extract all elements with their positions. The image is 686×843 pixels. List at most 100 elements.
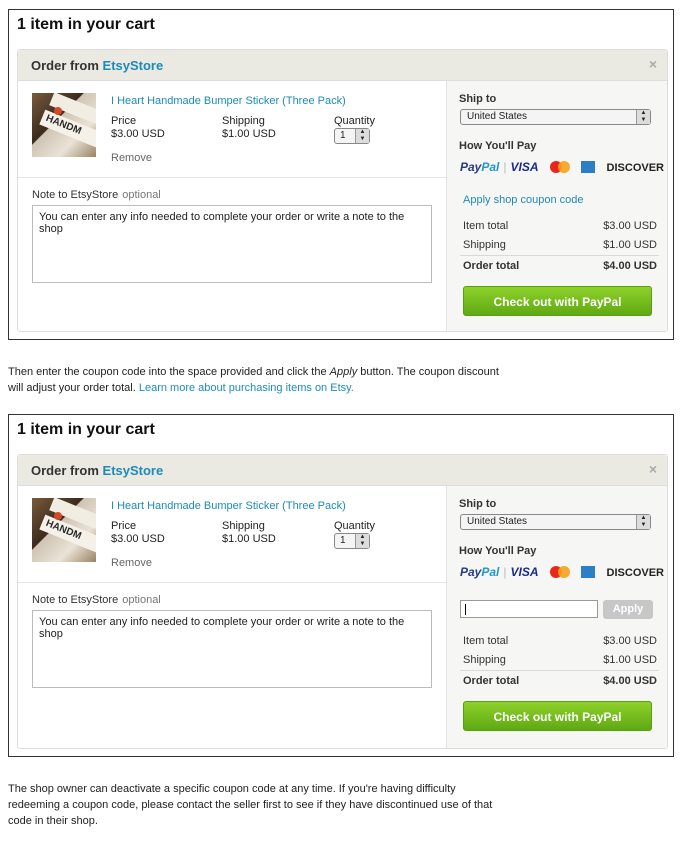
quantity-label: Quantity: [334, 115, 375, 127]
order-total-value: $4.00 USD: [603, 675, 657, 687]
summary-divider: [460, 670, 659, 671]
cart-title: 1 item in your cart: [17, 421, 155, 438]
order-from: Order from EtsyStore: [31, 463, 163, 478]
order-left-column: HANDM I Heart Handmade Bumper Sticker (T…: [18, 486, 446, 748]
how-youll-pay-label: How You'll Pay: [459, 545, 537, 557]
note-label: Note to EtsyStore optional: [32, 189, 161, 201]
order-right-column: Ship to United States ▲ ▼ How You'll Pay …: [446, 486, 667, 748]
cart-title: 1 item in your cart: [17, 16, 155, 33]
country-value: United States: [467, 111, 528, 122]
item-total-value: $3.00 USD: [603, 635, 657, 647]
learn-more-link[interactable]: Learn more about purchasing items on Ets…: [139, 382, 354, 394]
optional-label: optional: [122, 594, 161, 606]
order-total-label: Order total: [463, 260, 520, 272]
shipping-label: Shipping: [222, 520, 265, 532]
mastercard-icon: [549, 161, 570, 173]
updown-arrows-icon: ▲ ▼: [636, 515, 650, 529]
cart-item: HANDM I Heart Handmade Bumper Sticker (T…: [18, 81, 446, 178]
order-header: Order from EtsyStore ×: [18, 455, 667, 486]
country-select[interactable]: United States ▲ ▼: [460, 514, 651, 530]
price-value: $3.00 USD: [111, 533, 165, 545]
order-total-value: $4.00 USD: [603, 260, 657, 272]
how-youll-pay-label: How You'll Pay: [459, 140, 537, 152]
note-label-text: Note to EtsyStore: [32, 594, 119, 606]
para2-line3: code in their shop.: [8, 815, 98, 827]
shipping-label: Shipping: [222, 115, 265, 127]
para2-line2: redeeming a coupon code, please contact …: [8, 799, 493, 811]
paypal-logo: PayPal: [460, 565, 500, 579]
updown-arrows-icon: ▲ ▼: [355, 534, 369, 548]
item-title-link[interactable]: I Heart Handmade Bumper Sticker (Three P…: [111, 95, 346, 107]
item-thumbnail[interactable]: HANDM: [32, 93, 96, 157]
order-from: Order from EtsyStore: [31, 58, 163, 73]
para1-text-c: will adjust your order total.: [8, 382, 139, 394]
discover-logo: DISCOVER: [606, 162, 665, 174]
shipping-total-value: $1.00 USD: [603, 239, 657, 251]
quantity-label: Quantity: [334, 520, 375, 532]
ship-to-label: Ship to: [459, 498, 497, 510]
order-total-label: Order total: [463, 675, 520, 687]
paypal-logo: PayPal: [460, 160, 500, 174]
quantity-select[interactable]: 1 ▲ ▼: [334, 128, 370, 144]
payment-logos: PayPal | VISA DISCOVER: [460, 565, 665, 579]
summary-divider: [460, 255, 659, 256]
shipping-value: $1.00 USD: [222, 128, 276, 140]
para1-apply-word: Apply: [329, 366, 358, 378]
updown-arrows-icon: ▲ ▼: [355, 129, 369, 143]
coupon-code-input[interactable]: [460, 600, 598, 618]
order-from-label: Order from: [31, 58, 99, 73]
optional-label: optional: [122, 189, 161, 201]
order-right-column: Ship to United States ▲ ▼ How You'll Pay …: [446, 81, 667, 331]
cart-screenshot-2: 1 item in your cart Order from EtsyStore…: [8, 414, 674, 757]
item-total-label: Item total: [463, 635, 509, 647]
text-cursor: [465, 604, 466, 615]
cart-screenshot-1: 1 item in your cart Order from EtsyStore…: [8, 9, 674, 340]
visa-logo: VISA: [510, 160, 539, 174]
remove-link[interactable]: Remove: [111, 152, 152, 164]
store-link[interactable]: EtsyStore: [103, 58, 164, 73]
checkout-paypal-button[interactable]: Check out with PayPal: [463, 701, 652, 731]
updown-arrows-icon: ▲ ▼: [636, 110, 650, 124]
order-header: Order from EtsyStore ×: [18, 50, 667, 81]
visa-logo: VISA: [510, 565, 539, 579]
discover-logo: DISCOVER: [606, 567, 665, 579]
instruction-paragraph: Then enter the coupon code into the spac…: [8, 364, 568, 396]
para2-line1: The shop owner can deactivate a specific…: [8, 783, 456, 795]
apply-coupon-button[interactable]: Apply: [603, 600, 653, 619]
quantity-select[interactable]: 1 ▲ ▼: [334, 533, 370, 549]
price-label: Price: [111, 115, 137, 127]
note-textarea[interactable]: You can enter any info needed to complet…: [32, 610, 432, 688]
shipping-value: $1.00 USD: [222, 533, 276, 545]
note-label-text: Note to EtsyStore: [32, 189, 119, 201]
note-textarea[interactable]: You can enter any info needed to complet…: [32, 205, 432, 283]
shipping-total-label: Shipping: [463, 239, 506, 251]
remove-link[interactable]: Remove: [111, 557, 152, 569]
mastercard-icon: [549, 566, 570, 578]
checkout-paypal-button[interactable]: Check out with PayPal: [463, 286, 652, 316]
item-total-label: Item total: [463, 220, 509, 232]
close-icon[interactable]: ×: [649, 461, 657, 477]
para1-text-b: button. The coupon discount: [357, 366, 499, 378]
deactivation-paragraph: The shop owner can deactivate a specific…: [8, 781, 568, 829]
para1-text-a: Then enter the coupon code into the spac…: [8, 366, 330, 378]
amex-icon: [581, 566, 596, 578]
order-panel: Order from EtsyStore × HANDM I Heart Han…: [17, 49, 668, 332]
item-total-value: $3.00 USD: [603, 220, 657, 232]
close-icon[interactable]: ×: [649, 56, 657, 72]
price-value: $3.00 USD: [111, 128, 165, 140]
order-left-column: HANDM I Heart Handmade Bumper Sticker (T…: [18, 81, 446, 331]
store-link[interactable]: EtsyStore: [103, 463, 164, 478]
country-select[interactable]: United States ▲ ▼: [460, 109, 651, 125]
country-value: United States: [467, 516, 528, 527]
shipping-total-value: $1.00 USD: [603, 654, 657, 666]
ship-to-label: Ship to: [459, 93, 497, 105]
order-from-label: Order from: [31, 463, 99, 478]
item-thumbnail[interactable]: HANDM: [32, 498, 96, 562]
apply-coupon-link[interactable]: Apply shop coupon code: [463, 194, 583, 206]
price-label: Price: [111, 520, 137, 532]
order-panel: Order from EtsyStore × HANDM I Heart Han…: [17, 454, 668, 749]
note-label: Note to EtsyStore optional: [32, 594, 161, 606]
cart-item: HANDM I Heart Handmade Bumper Sticker (T…: [18, 486, 446, 583]
amex-icon: [581, 161, 596, 173]
item-title-link[interactable]: I Heart Handmade Bumper Sticker (Three P…: [111, 500, 346, 512]
